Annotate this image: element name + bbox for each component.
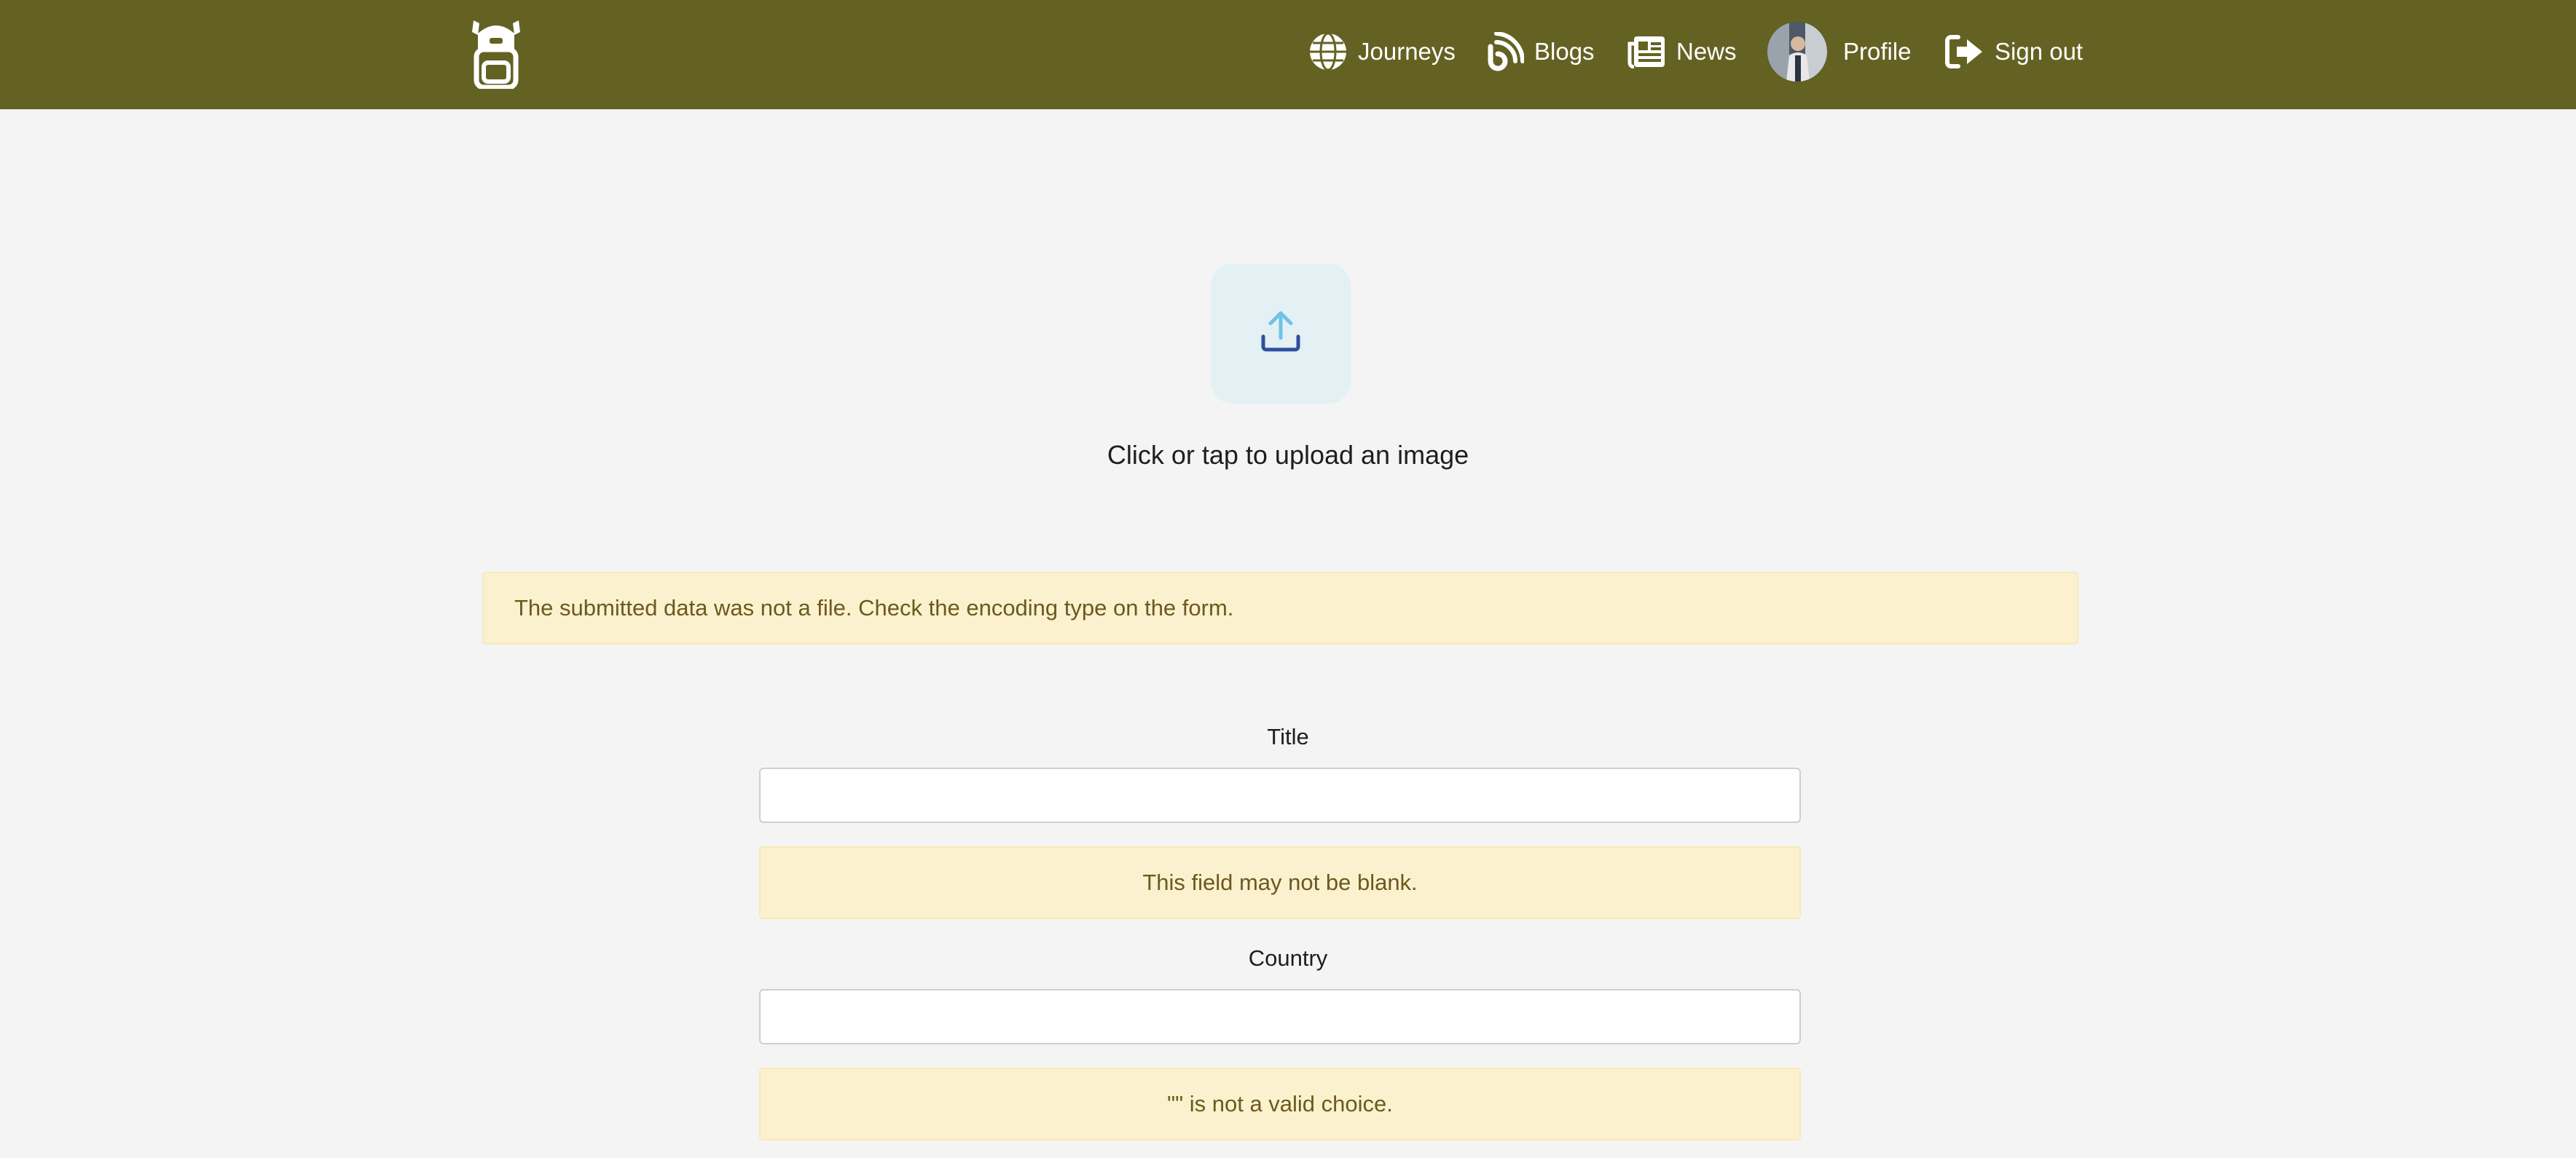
nav-profile-label: Profile xyxy=(1843,38,1912,65)
file-error-alert: The submitted data was not a file. Check… xyxy=(482,572,2078,645)
nav-news[interactable]: News xyxy=(1627,20,1737,83)
upload-icon xyxy=(1257,309,1304,359)
nav-sign-out-label: Sign out xyxy=(1995,38,2084,65)
upload-instruction[interactable]: Click or tap to upload an image xyxy=(0,440,2576,470)
title-label: Title xyxy=(1267,724,1309,749)
nav-profile[interactable]: Profile xyxy=(1767,20,1912,83)
nav-blogs[interactable]: Blogs xyxy=(1486,20,1595,83)
top-navbar: Journeys Blogs News Profile Sign out xyxy=(0,0,2576,109)
country-error-alert: "" is not a valid choice. xyxy=(759,1068,1801,1141)
country-label: Country xyxy=(1248,945,1328,971)
title-error-text: This field may not be blank. xyxy=(1142,870,1418,895)
newspaper-icon xyxy=(1627,35,1666,68)
file-error-text: The submitted data was not a file. Check… xyxy=(514,595,1234,621)
backpack-logo-icon[interactable] xyxy=(469,19,523,90)
nav-journeys-label: Journeys xyxy=(1358,38,1456,65)
sign-out-icon xyxy=(1945,34,1984,69)
nav-journeys[interactable]: Journeys xyxy=(1308,20,1456,83)
blog-icon xyxy=(1486,32,1524,71)
title-error-alert: This field may not be blank. xyxy=(759,846,1801,919)
title-input[interactable] xyxy=(759,768,1801,823)
image-upload-button[interactable] xyxy=(1211,264,1351,403)
nav-sign-out[interactable]: Sign out xyxy=(1945,20,2083,83)
nav-blogs-label: Blogs xyxy=(1534,38,1595,65)
avatar xyxy=(1767,22,1827,82)
globe-icon xyxy=(1308,32,1348,71)
country-error-text: "" is not a valid choice. xyxy=(1167,1091,1393,1116)
nav-news-label: News xyxy=(1676,38,1737,65)
country-input[interactable] xyxy=(759,989,1801,1044)
